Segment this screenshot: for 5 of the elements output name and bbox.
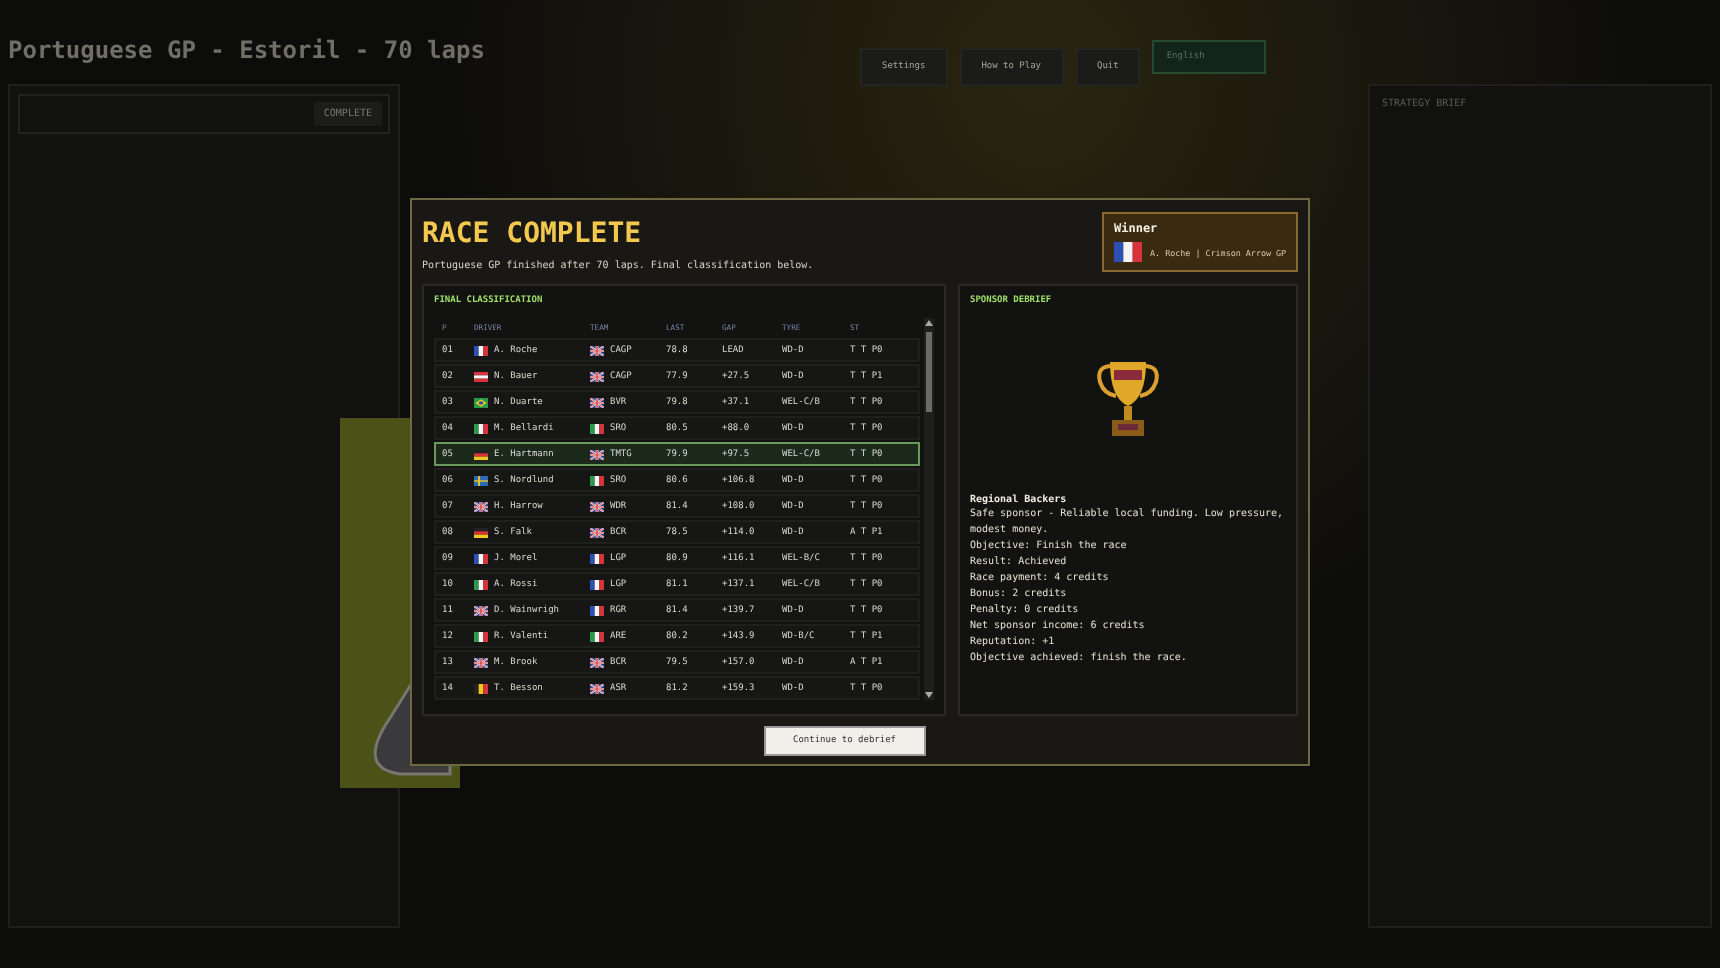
race-title: Portuguese GP - Estoril - 70 laps [8, 36, 487, 64]
scrollbar[interactable] [924, 318, 934, 700]
arrow-down-icon[interactable] [924, 690, 934, 700]
dialog-title: RACE COMPLETE [422, 218, 644, 250]
arrow-up-icon[interactable] [924, 318, 934, 328]
